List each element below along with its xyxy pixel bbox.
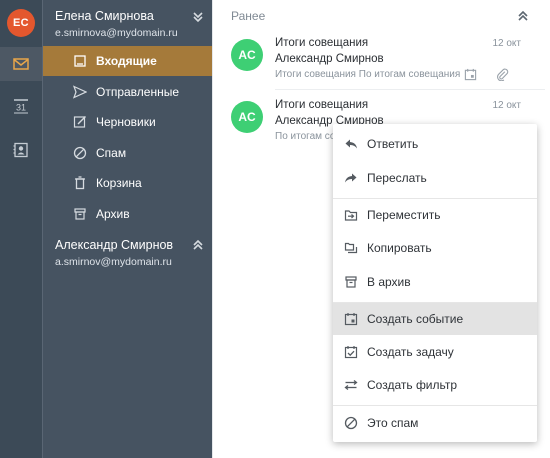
menu-item-label: Создать фильтр [367, 378, 457, 392]
collapse-account-button[interactable] [192, 10, 204, 28]
inbox-icon [74, 55, 86, 67]
menu-item-create-filter[interactable]: Создать фильтр [333, 369, 537, 401]
menu-item-label: Копировать [367, 241, 432, 255]
move-icon [344, 210, 358, 221]
copy-icon [344, 242, 358, 254]
folder-archive[interactable]: Архив [43, 199, 213, 229]
app-rail: EC 31 [0, 0, 42, 458]
calendar-icon: 31 [14, 99, 28, 114]
menu-item-create-event[interactable]: Создать событие [333, 303, 537, 335]
menu-item-label: Переслать [367, 171, 427, 185]
section-title: Ранее [231, 9, 266, 23]
message-sender: Александр Смирнов [275, 53, 384, 65]
folder-panel: Елена Смирнова e.smirnova@mydomain.ru Вх… [42, 0, 213, 458]
chevron-double-up-icon [518, 10, 528, 21]
folder-label: Черновики [96, 115, 156, 129]
menu-item-label: Создать задачу [367, 345, 454, 359]
reply-icon [345, 139, 357, 149]
archive-icon [74, 208, 86, 220]
sender-avatar: AC [231, 39, 263, 71]
create-event-icon [344, 313, 358, 326]
menu-item-archive[interactable]: В архив [333, 266, 537, 298]
spam-icon [73, 146, 87, 160]
sent-icon [73, 85, 87, 99]
drafts-icon [73, 116, 86, 128]
context-menu: Ответить Переслать Переместить Копироват… [333, 124, 537, 442]
message-subject: Итоги совещания [275, 37, 369, 49]
create-task-icon [344, 346, 358, 359]
sender-avatar: AC [231, 101, 263, 133]
menu-item-label: В архив [367, 275, 411, 289]
forward-icon [345, 173, 357, 183]
collapse-section-button[interactable] [517, 9, 529, 27]
menu-item-label: Это спам [367, 416, 419, 430]
attachment-icon[interactable] [496, 68, 509, 81]
trash-icon [75, 176, 85, 190]
calendar-nav-button[interactable]: 31 [0, 89, 42, 123]
menu-item-copy[interactable]: Копировать [333, 232, 537, 264]
account-email: e.smirnova@mydomain.ru [55, 27, 178, 39]
mail-nav-button[interactable] [0, 47, 42, 81]
message-date: 12 окт [492, 100, 521, 111]
calendar-day-label: 31 [16, 103, 26, 113]
message-subject: Итоги совещания [275, 99, 369, 111]
folder-label: Корзина [96, 176, 142, 190]
folder-label: Отправленные [96, 85, 180, 99]
menu-item-label: Переместить [367, 208, 441, 222]
message-preview: Итоги совещания По итогам совещания [275, 69, 461, 80]
create-event-icon[interactable] [464, 68, 477, 81]
archive-icon [345, 276, 357, 288]
message-item[interactable]: AC Итоги совещания 12 окт Александр Смир… [213, 37, 550, 91]
menu-item-forward[interactable]: Переслать [333, 162, 537, 194]
menu-item-label: Создать событие [367, 312, 464, 326]
folder-label: Архив [96, 207, 130, 221]
account-avatar[interactable]: EC [7, 9, 35, 37]
message-divider [275, 89, 545, 90]
chevron-double-up-icon [193, 239, 203, 250]
expand-account-button[interactable] [192, 238, 204, 256]
menu-item-create-task[interactable]: Создать задачу [333, 336, 537, 368]
folder-inbox[interactable]: Входящие [43, 46, 213, 76]
message-date: 12 окт [492, 38, 521, 49]
menu-item-label: Ответить [367, 137, 419, 151]
menu-divider [333, 405, 537, 406]
contacts-icon [13, 142, 28, 158]
folder-drafts[interactable]: Черновики [43, 107, 213, 137]
contacts-nav-button[interactable] [0, 133, 42, 167]
folder-label: Спам [96, 146, 127, 160]
folder-trash[interactable]: Корзина [43, 168, 213, 198]
folder-spam[interactable]: Спам [43, 138, 213, 168]
folder-sent[interactable]: Отправленные [43, 77, 213, 107]
account-name[interactable]: Елена Смирнова [55, 9, 154, 23]
menu-item-reply[interactable]: Ответить [333, 128, 537, 160]
account-name[interactable]: Александр Смирнов [55, 238, 173, 252]
chevron-double-down-icon [193, 12, 203, 23]
folder-label: Входящие [96, 54, 157, 68]
menu-item-move[interactable]: Переместить [333, 199, 537, 231]
menu-item-spam[interactable]: Это спам [333, 407, 537, 439]
spam-icon [344, 416, 358, 430]
account-email: a.smirnov@mydomain.ru [55, 256, 172, 268]
mail-icon [13, 58, 29, 70]
create-filter-icon [344, 379, 358, 391]
